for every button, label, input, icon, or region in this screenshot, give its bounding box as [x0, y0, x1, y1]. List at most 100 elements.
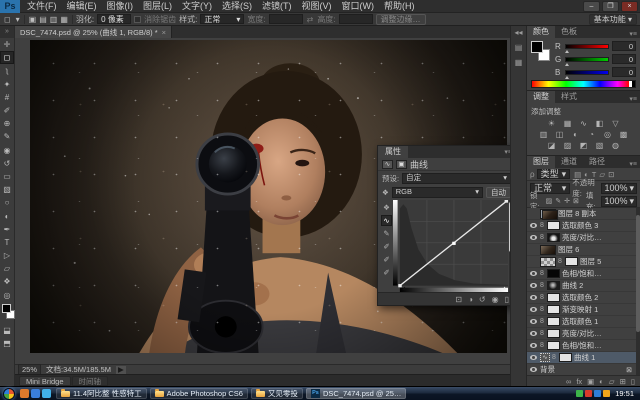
mask-link-icon[interactable]: 8 — [540, 342, 545, 349]
layer-row[interactable]: 8选取颜色 1 — [527, 316, 640, 328]
pencil-curve-icon[interactable]: ✎ — [381, 228, 392, 239]
hand-tool[interactable]: ❖ — [0, 275, 14, 288]
selection-mode-icon-3[interactable]: ▦ — [59, 15, 69, 24]
layer-name[interactable]: 图层 6 — [558, 244, 579, 255]
invert-icon[interactable]: ◪ — [546, 141, 557, 151]
brightness-contrast-icon[interactable]: ☀ — [546, 119, 557, 129]
menu-item-2[interactable]: 图像(I) — [102, 0, 139, 13]
quick-launch-icon-1[interactable] — [31, 389, 40, 398]
curve-grid[interactable] — [393, 200, 508, 292]
brush-tool[interactable]: ✎ — [0, 130, 14, 143]
layer-mask-thumbnail[interactable] — [547, 281, 560, 290]
layer-name[interactable]: 选取颜色 2 — [562, 292, 598, 303]
zoom-tool[interactable]: ◎ — [0, 289, 14, 302]
layer-name[interactable]: 亮度/对比… — [562, 232, 602, 243]
layer-name[interactable]: 渐变映射 1 — [562, 304, 598, 315]
crop-tool[interactable]: # — [0, 91, 14, 104]
move-tool[interactable]: ✛ — [0, 38, 14, 51]
taskbar-button-1[interactable]: Adobe Photoshop CS6 — [150, 388, 248, 399]
workspace-switcher[interactable]: 基本功能 ▾ — [589, 14, 637, 25]
quick-selection-tool[interactable]: ✦ — [0, 78, 14, 91]
menu-item-5[interactable]: 选择(S) — [217, 0, 257, 13]
type-tool[interactable]: T — [0, 236, 14, 249]
document-tab[interactable]: DSC_7474.psd @ 25% (曲线 1, RGB/8) * × — [15, 26, 172, 38]
layer-visibility-toggle[interactable] — [528, 307, 538, 312]
taskbar-button-0[interactable]: 11.4阿比整 性感特工 — [56, 388, 147, 399]
layer-visibility-toggle[interactable] — [528, 271, 538, 276]
mask-link-icon[interactable]: 8 — [540, 222, 545, 229]
healing-brush-tool[interactable]: ⊕ — [0, 117, 14, 130]
taskbar-button-3[interactable]: Ps DSC_7474.psd @ 25… — [306, 388, 407, 399]
shape-tool[interactable]: ▱ — [0, 262, 14, 275]
lasso-tool[interactable]: ʅ — [0, 64, 14, 77]
channel-dropdown[interactable]: RGB▾ — [392, 187, 483, 198]
lock-position-icon[interactable]: ✛ — [564, 197, 570, 205]
slider-value-G[interactable]: 0 — [612, 54, 636, 64]
layer-name[interactable]: 色相/饱和… — [562, 340, 602, 351]
layer-mask-thumbnail[interactable] — [547, 269, 560, 278]
panel-foreground-swatch[interactable] — [531, 41, 543, 53]
tray-icon-1[interactable] — [585, 390, 592, 397]
fill-field[interactable]: 100%▾ — [601, 196, 637, 207]
layers-scrollbar[interactable] — [636, 208, 640, 375]
layer-row[interactable]: 8渐变映射 1 — [527, 304, 640, 316]
color-balance-icon[interactable]: ◫ — [554, 130, 565, 140]
lock-transparency-icon[interactable]: ▨ — [546, 197, 553, 205]
panel-menu-icon[interactable]: ▾≡ — [504, 148, 510, 156]
mask-link-icon[interactable]: 8 — [540, 294, 545, 301]
taskbar-button-2[interactable]: 又见零投 — [251, 388, 303, 399]
layer-visibility-toggle[interactable] — [528, 343, 538, 348]
bottom-tab-0[interactable]: Mini Bridge — [19, 376, 71, 386]
visibility-eye-icon[interactable]: ◉ — [492, 295, 499, 304]
channel-mixer-icon[interactable]: ◎ — [602, 130, 613, 140]
layer-row[interactable]: 8图层 5 — [527, 256, 640, 268]
layer-visibility-toggle[interactable] — [528, 319, 538, 324]
exposure-icon[interactable]: ◧ — [594, 119, 605, 129]
minimize-button[interactable]: – — [583, 1, 600, 12]
rectangular-marquee-tool[interactable]: ◻ — [0, 51, 14, 64]
layer-name[interactable]: 背景 — [540, 364, 555, 375]
threshold-icon[interactable]: ◩ — [578, 141, 589, 151]
layer-row[interactable]: 背景⊠ — [527, 364, 640, 375]
hue-saturation-icon[interactable]: ▥ — [538, 130, 549, 140]
history-brush-tool[interactable]: ↺ — [0, 157, 14, 170]
pen-tool[interactable]: ✒ — [0, 223, 14, 236]
layer-row[interactable]: 图层 6 — [527, 244, 640, 256]
height-input[interactable] — [339, 14, 373, 24]
clip-to-layer-icon[interactable]: ⊡ — [455, 295, 462, 304]
layers-tab-0[interactable]: 图层 — [527, 156, 555, 168]
layer-visibility-toggle[interactable] — [528, 235, 538, 240]
layer-thumbnail[interactable] — [542, 210, 558, 220]
restore-button[interactable]: ❐ — [602, 1, 619, 12]
tab-close-icon[interactable]: × — [162, 28, 166, 37]
adjustments-tab-1[interactable]: 样式 — [555, 91, 583, 103]
layers-tab-1[interactable]: 通道 — [555, 156, 583, 168]
vibrance-icon[interactable]: ▽ — [610, 119, 621, 129]
eyedropper-tool[interactable]: ✐ — [0, 104, 14, 117]
properties-tab[interactable]: 属性 — [378, 146, 408, 158]
eraser-tool[interactable]: ▭ — [0, 170, 14, 183]
gray-point-eyedropper-icon[interactable]: ✐ — [381, 254, 392, 265]
layer-filter-search-icon[interactable]: ρ — [530, 170, 535, 179]
slider-value-R[interactable]: 0 — [612, 41, 636, 51]
color-tab-0[interactable]: 颜色 — [527, 26, 555, 38]
tray-icon-0[interactable] — [576, 390, 583, 397]
selection-mode-icon-0[interactable]: ▣ — [28, 15, 38, 24]
layer-mask-thumbnail[interactable] — [547, 305, 560, 314]
layer-visibility-toggle[interactable] — [528, 295, 538, 300]
lock-all-icon[interactable]: ⊠ — [573, 197, 579, 205]
add-layer-mask-icon[interactable]: ▣ — [587, 377, 594, 386]
new-layer-icon[interactable]: ⊞ — [620, 377, 626, 386]
feather-input[interactable]: 0 像素 — [97, 14, 131, 24]
foreground-color-swatch[interactable] — [2, 304, 11, 313]
history-panel-icon[interactable]: ▤ — [515, 43, 523, 52]
style-dropdown[interactable]: 正常▾ — [200, 14, 244, 24]
menu-item-4[interactable]: 文字(Y) — [177, 0, 217, 13]
quick-mask-icon[interactable]: ⬓ — [0, 324, 14, 337]
layer-mask-thumbnail[interactable] — [547, 341, 560, 350]
menu-item-6[interactable]: 滤镜(T) — [257, 0, 297, 13]
layer-row[interactable]: 8曲线 2 — [527, 280, 640, 292]
layer-row[interactable]: ∿8曲线 1 — [527, 352, 640, 364]
layer-mask-thumbnail[interactable] — [547, 293, 560, 302]
layer-mask-thumbnail[interactable] — [547, 329, 560, 338]
